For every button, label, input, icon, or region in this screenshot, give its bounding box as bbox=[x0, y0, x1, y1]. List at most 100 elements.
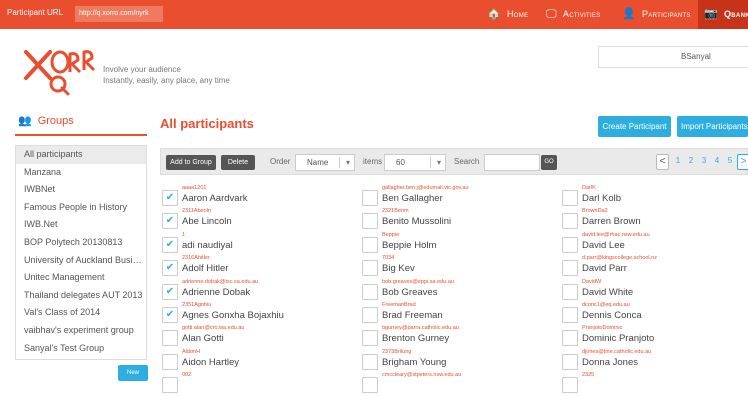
participant-name: Alan Gotti bbox=[182, 333, 224, 345]
participant-card[interactable]: gallagher.ben.j@edumail.vic.gov.au Ben Ga… bbox=[362, 185, 557, 210]
participant-checkbox[interactable] bbox=[362, 283, 378, 300]
page-4[interactable]: 4 bbox=[712, 156, 722, 165]
participant-checkbox[interactable]: ✔ bbox=[162, 260, 178, 277]
tagline-line-1: Involve your audience bbox=[103, 65, 181, 74]
nav-activities[interactable]: 🖵 Activities bbox=[546, 0, 601, 29]
nav-participants[interactable]: 👤 Participants bbox=[622, 0, 691, 29]
participant-card[interactable]: ✔ 2316Ahitler Adolf Hitler bbox=[162, 255, 357, 280]
import-participants-button[interactable]: Import Participants bbox=[677, 116, 748, 137]
items-per-page-select[interactable]: 60 ▾ bbox=[384, 154, 446, 171]
participant-card[interactable]: ✔ 1 adi naudiyal bbox=[162, 232, 357, 257]
tagline: Involve your audience Instantly, easily,… bbox=[103, 64, 230, 86]
participant-card[interactable]: dconc1@eq.edu.au Dennis Conca bbox=[562, 302, 748, 327]
page-1[interactable]: 1 bbox=[673, 156, 683, 165]
participant-card[interactable]: bob.greaves@eppi.sa.edu.au Bob Greaves bbox=[362, 279, 557, 304]
participant-card[interactable]: bgurney@parra.catholic.edu.au Brenton Gur… bbox=[362, 325, 557, 350]
user-menu[interactable]: BSanyal bbox=[598, 46, 748, 68]
tagline-line-2: Instantly, easily, any place, any time bbox=[103, 76, 230, 85]
participant-name: Brigham Young bbox=[382, 356, 447, 368]
group-item[interactable]: IWB.Net bbox=[16, 216, 146, 234]
participant-card[interactable]: cmccleary@stpeters.nsw.edu.au bbox=[362, 372, 557, 397]
participant-card[interactable]: 2321Benm Benito Mussolini bbox=[362, 208, 557, 233]
participant-card[interactable]: ✔ adrienne.dobak@tsc.sa.edu.au Adrienne Do… bbox=[162, 279, 357, 304]
participant-checkbox[interactable] bbox=[362, 307, 378, 323]
participant-card[interactable]: djones@tine.catholic.edu.au Donna Jones bbox=[562, 349, 748, 374]
participant-checkbox[interactable] bbox=[562, 236, 578, 253]
participant-checkbox[interactable]: ✔ bbox=[162, 307, 178, 323]
nav-qbank[interactable]: 📷 Qbank bbox=[698, 0, 748, 29]
participant-card[interactable]: david.lee@rhac.nsw.edu.au David Lee bbox=[562, 232, 748, 257]
page-5[interactable]: 5 bbox=[725, 156, 735, 165]
participant-card[interactable]: 002 bbox=[162, 372, 357, 397]
participant-checkbox[interactable] bbox=[362, 330, 378, 347]
checkmark-icon: ✔ bbox=[165, 309, 175, 320]
participant-card[interactable]: ✔ 2351Agnhiu Agnes Gonxha Bojaxhiu bbox=[162, 302, 357, 327]
participant-username: 2321Benm bbox=[382, 208, 409, 215]
prev-page-button[interactable]: < bbox=[656, 154, 669, 170]
group-item[interactable]: Manzana bbox=[16, 164, 146, 182]
participant-checkbox[interactable] bbox=[562, 260, 578, 277]
order-select[interactable]: Name ▾ bbox=[295, 154, 355, 171]
group-item[interactable]: Famous People in History bbox=[16, 199, 146, 217]
group-item[interactable]: BOP Polytech 20130813 bbox=[16, 234, 146, 252]
participant-card[interactable]: DavidW David White bbox=[562, 279, 748, 304]
participant-checkbox[interactable] bbox=[562, 353, 578, 370]
participant-card[interactable]: ✔ aaaa1201 Aaron Aardvark bbox=[162, 185, 357, 210]
participant-card[interactable]: d.parr@kingscollege.school.nz David Parr bbox=[562, 255, 748, 280]
create-participant-button[interactable]: Create Participant bbox=[598, 116, 671, 137]
participant-card[interactable]: ✔ 2311Abeoln Abe Lincoln bbox=[162, 208, 357, 233]
group-item[interactable]: Thailand delegates AUT 2013 bbox=[16, 287, 146, 305]
participant-checkbox[interactable] bbox=[562, 307, 578, 323]
participant-checkbox[interactable] bbox=[562, 330, 578, 347]
group-item[interactable]: IWBNet bbox=[16, 181, 146, 199]
participant-checkbox[interactable] bbox=[162, 377, 178, 394]
participant-checkbox[interactable] bbox=[562, 213, 578, 230]
next-page-button[interactable]: > bbox=[737, 154, 748, 170]
participant-card[interactable]: 2325 bbox=[562, 372, 748, 397]
participant-url-field[interactable]: http://q.xorro.com/nyrk bbox=[75, 6, 163, 22]
participant-checkbox[interactable] bbox=[362, 236, 378, 253]
participant-card[interactable]: 2373Brilung Brigham Young bbox=[362, 349, 557, 374]
checkmark-icon: ✔ bbox=[165, 215, 175, 227]
group-item[interactable]: University of Auckland Busines... bbox=[16, 252, 146, 270]
participant-card[interactable]: DarlK Darl Kolb bbox=[562, 185, 748, 210]
participant-card[interactable]: AldonH Aidon Hartley bbox=[162, 349, 357, 374]
participant-card[interactable]: Beppie Beppie Holm bbox=[362, 232, 557, 257]
participant-card[interactable]: gotti.alan@cro.wa.edu.au Alan Gotti bbox=[162, 325, 357, 350]
page-3[interactable]: 3 bbox=[699, 156, 709, 165]
groups-header-label: Groups bbox=[37, 115, 74, 127]
new-group-button[interactable]: New bbox=[118, 365, 148, 381]
participant-checkbox[interactable] bbox=[562, 377, 578, 394]
add-to-group-button[interactable]: Add to Group bbox=[166, 155, 216, 170]
search-input[interactable] bbox=[484, 154, 540, 171]
participant-checkbox[interactable] bbox=[362, 213, 378, 230]
page-2[interactable]: 2 bbox=[686, 156, 696, 165]
group-item[interactable]: Sanyal's Test Group bbox=[16, 340, 146, 358]
participant-card[interactable]: FreemanBrad Brad Freeman bbox=[362, 302, 557, 327]
participant-name: Donna Jones bbox=[582, 356, 638, 368]
participant-checkbox[interactable] bbox=[562, 190, 578, 206]
participant-card[interactable]: 7034 Big Kev bbox=[362, 255, 557, 280]
participant-checkbox[interactable] bbox=[362, 353, 378, 370]
nav-qbank-label: Qbank bbox=[724, 9, 748, 19]
participant-checkbox[interactable]: ✔ bbox=[162, 213, 178, 230]
participant-name: Brenton Gurney bbox=[382, 333, 450, 345]
nav-home[interactable]: 🏠 Home bbox=[487, 0, 528, 29]
search-go-button[interactable]: GO bbox=[541, 155, 557, 170]
participant-checkbox[interactable] bbox=[562, 283, 578, 300]
delete-button[interactable]: Delete bbox=[221, 155, 255, 170]
group-item[interactable]: Val's Class of 2014 bbox=[16, 304, 146, 322]
participant-checkbox[interactable]: ✔ bbox=[162, 283, 178, 300]
participant-checkbox[interactable] bbox=[162, 330, 178, 347]
participant-checkbox[interactable] bbox=[162, 353, 178, 370]
participant-checkbox[interactable] bbox=[362, 377, 378, 394]
participant-checkbox[interactable] bbox=[362, 260, 378, 277]
group-item[interactable]: All participants bbox=[16, 146, 146, 164]
participant-checkbox[interactable] bbox=[362, 190, 378, 206]
participant-checkbox[interactable]: ✔ bbox=[162, 236, 178, 253]
participant-card[interactable]: BrownDa2 Darren Brown bbox=[562, 208, 748, 233]
group-item[interactable]: Unitec Management bbox=[16, 269, 146, 287]
participant-checkbox[interactable]: ✔ bbox=[162, 190, 178, 206]
group-item[interactable]: vaibhav's experiment group bbox=[16, 322, 146, 340]
participant-card[interactable]: PranjotoDominic Dominic Pranjoto bbox=[562, 325, 748, 350]
